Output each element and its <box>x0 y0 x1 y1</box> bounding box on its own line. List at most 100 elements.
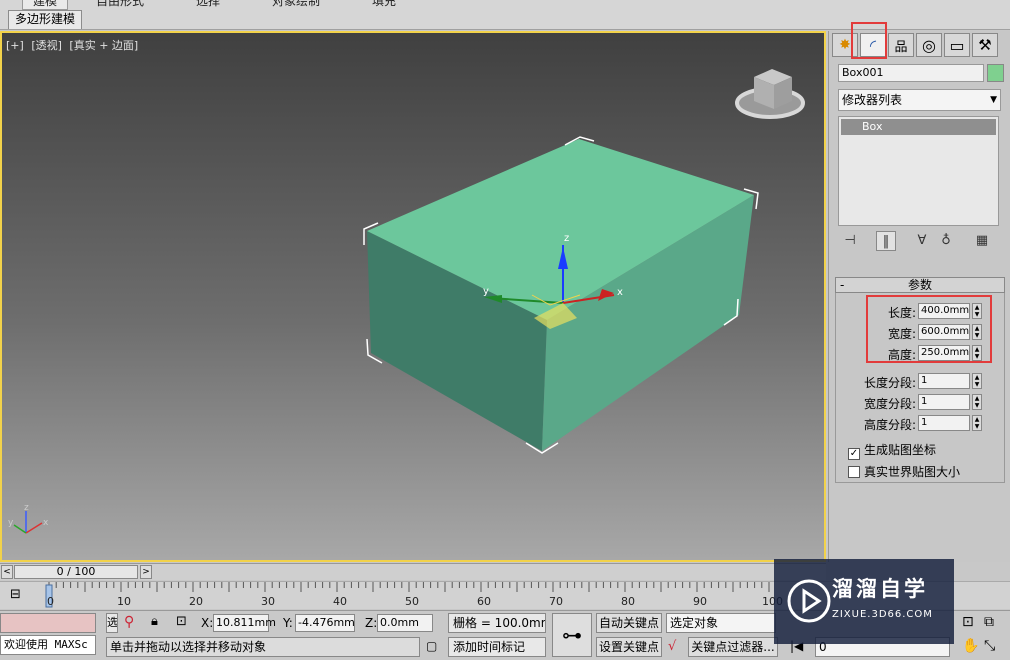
tab-object-paint[interactable]: 对象绘制 <box>272 0 320 9</box>
stack-item-box[interactable]: Box <box>841 119 996 135</box>
make-unique-icon[interactable]: ∀ <box>912 231 932 251</box>
stack-tools: ⊣ ‖ ∀ ♁ ▦ <box>838 231 1001 253</box>
segment-length-spinner[interactable]: ▲ ▼ <box>972 373 982 389</box>
time-tag-icon[interactable]: ▢ <box>426 639 437 653</box>
tick-label: 40 <box>333 595 347 608</box>
auto-key-button[interactable]: 自动关键点 <box>596 613 662 633</box>
watermark-title: 溜溜自学 <box>832 577 928 601</box>
gen-mapping-coords[interactable]: ✓ 生成贴图坐标 <box>848 441 937 460</box>
tick-label: 90 <box>693 595 707 608</box>
welcome-message: 欢迎使用 MAXSc <box>0 635 96 655</box>
absolute-mode-icon[interactable]: ⊡ <box>176 614 187 629</box>
parameters-rollout-header[interactable]: - 参数 <box>835 277 1005 293</box>
key-mode-dropdown[interactable]: 选定对象 <box>666 613 776 633</box>
command-panel: ✸ ◜ 品 ◎ ▭ ⚒ Box001 修改器列表 ▼ Box ⊣ ‖ ∀ ♁ ▦… <box>828 22 1010 562</box>
subtab-poly-modeling[interactable]: 多边形建模 <box>8 10 83 29</box>
watermark-logo: 溜溜自学 ZIXUE.3D66.COM <box>774 559 954 644</box>
add-time-tag-button[interactable]: 添加时间标记 <box>448 637 546 657</box>
selection-lock-toggle[interactable]: 选 <box>106 613 118 633</box>
viewport-shading[interactable]: [真实 + 边面] <box>69 39 138 52</box>
real-world-map-size[interactable]: 真实世界贴图大小 <box>848 463 960 479</box>
object-name-field[interactable]: Box001 <box>838 64 984 82</box>
key-filters-button[interactable]: 关键点过滤器... <box>688 637 778 657</box>
key-filter-icon: √ <box>668 639 677 654</box>
ribbon-tabs: 建模 自由形式 选择 对象绘制 填充 <box>0 0 1010 10</box>
tick-label: 80 <box>621 595 635 608</box>
segment-height-input[interactable]: 1 <box>918 415 970 431</box>
segment-length-input[interactable]: 1 <box>918 373 970 389</box>
real-world-label: 真实世界贴图大小 <box>864 465 961 479</box>
tick-label: 0 <box>47 595 54 608</box>
isolate-icon[interactable]: ⚲ <box>124 614 134 630</box>
next-frame-button[interactable]: > <box>140 565 152 579</box>
utilities-panel-tab[interactable]: ⚒ <box>972 33 998 57</box>
pan-view-icon[interactable]: ✋ <box>962 638 979 654</box>
viewport-label: [+] [透视] [真实 + 边面] <box>6 37 142 53</box>
show-end-result-icon[interactable]: ‖ <box>876 231 896 251</box>
y-label: Y: <box>283 616 293 630</box>
modifier-stack: Box <box>838 116 999 226</box>
display-icon: ▭ <box>949 35 965 55</box>
lock-icon[interactable]: 🔒︎ <box>151 614 158 629</box>
gen-mapping-label: 生成贴图坐标 <box>864 443 937 457</box>
tick-label: 70 <box>549 595 563 608</box>
tick-label: 60 <box>477 595 491 608</box>
viewport-view-name[interactable]: [透视] <box>31 39 62 52</box>
segment-width-input[interactable]: 1 <box>918 394 970 410</box>
zoom-extents-all-icon[interactable]: ⧉ <box>984 614 994 630</box>
motion-icon: ◎ <box>922 35 936 55</box>
chevron-down-icon: ▼ <box>990 95 997 105</box>
tick-label: 50 <box>405 595 419 608</box>
viewcube[interactable] <box>735 69 805 119</box>
hierarchy-panel-tab[interactable]: 品 <box>888 33 914 57</box>
tab-selection[interactable]: 选择 <box>196 0 220 9</box>
viewport-menu-plus[interactable]: [+] <box>6 39 24 52</box>
segment-height-label: 高度分段: <box>863 418 916 432</box>
time-slider-bar: < 0 / 100 > <box>0 563 826 580</box>
svg-text:x: x <box>43 518 49 528</box>
tick-label: 20 <box>189 595 203 608</box>
segment-length-label: 长度分段: <box>863 376 916 390</box>
gizmo-y-label: y <box>483 286 489 297</box>
utilities-icon: ⚒ <box>978 36 992 54</box>
maximize-viewport-icon[interactable]: ⤡ <box>984 638 995 654</box>
object-color-swatch[interactable] <box>987 64 1004 82</box>
tab-freeform[interactable]: 自由形式 <box>96 0 144 9</box>
motion-panel-tab[interactable]: ◎ <box>916 33 942 57</box>
time-slider[interactable]: 0 / 100 <box>14 565 138 579</box>
perspective-viewport[interactable]: z x y z x y [+] [透视] [真实 + 边面] <box>0 31 826 562</box>
create-icon: ✸ <box>839 37 851 53</box>
pin-stack-icon[interactable]: ⊣ <box>840 231 860 251</box>
prev-frame-button[interactable]: < <box>1 565 13 579</box>
zoom-extents-icon[interactable]: ⊡ <box>962 614 974 630</box>
prompt-line: 单击并拖动以选择并移动对象 <box>106 637 420 657</box>
real-world-checkbox[interactable] <box>848 466 860 478</box>
remove-modifier-icon[interactable]: ♁ <box>936 231 956 251</box>
tick-label: 10 <box>117 595 131 608</box>
modifier-list-label: 修改器列表 <box>842 93 903 107</box>
gen-mapping-checkbox[interactable]: ✓ <box>848 448 860 460</box>
maxscript-listener[interactable] <box>0 613 96 633</box>
x-label: X: <box>201 616 214 630</box>
tab-populate[interactable]: 填充 <box>372 0 396 9</box>
viewport-scene: z x y z x y <box>8 69 805 534</box>
highlight-modify-tab <box>851 22 887 59</box>
z-coord-input[interactable]: 0.0mm <box>377 614 433 632</box>
rollout-title: 参数 <box>907 278 932 292</box>
y-coord-input[interactable]: -4.476mm <box>295 614 355 632</box>
configure-sets-icon[interactable]: ▦ <box>972 231 992 251</box>
modifier-list-dropdown[interactable]: 修改器列表 ▼ <box>838 89 1001 111</box>
watermark-subtitle: ZIXUE.3D66.COM <box>832 609 933 620</box>
segment-width-spinner[interactable]: ▲ ▼ <box>972 394 982 410</box>
grid-size-display: 栅格 = 100.0mm <box>448 613 546 633</box>
display-panel-tab[interactable]: ▭ <box>944 33 970 57</box>
set-key-icon[interactable]: ⊶ <box>552 613 592 657</box>
mini-curve-editor-icon[interactable]: ⊟ <box>10 587 21 602</box>
segment-length: 长度分段: 1 ▲ ▼ <box>836 373 1006 390</box>
tab-modeling[interactable]: 建模 <box>22 0 69 10</box>
gizmo-z-label: z <box>564 233 569 244</box>
set-key-button[interactable]: 设置关键点 <box>596 637 662 657</box>
svg-text:y: y <box>8 518 14 528</box>
x-coord-input[interactable]: 10.811mm <box>213 614 276 632</box>
segment-height-spinner[interactable]: ▲ ▼ <box>972 415 982 431</box>
